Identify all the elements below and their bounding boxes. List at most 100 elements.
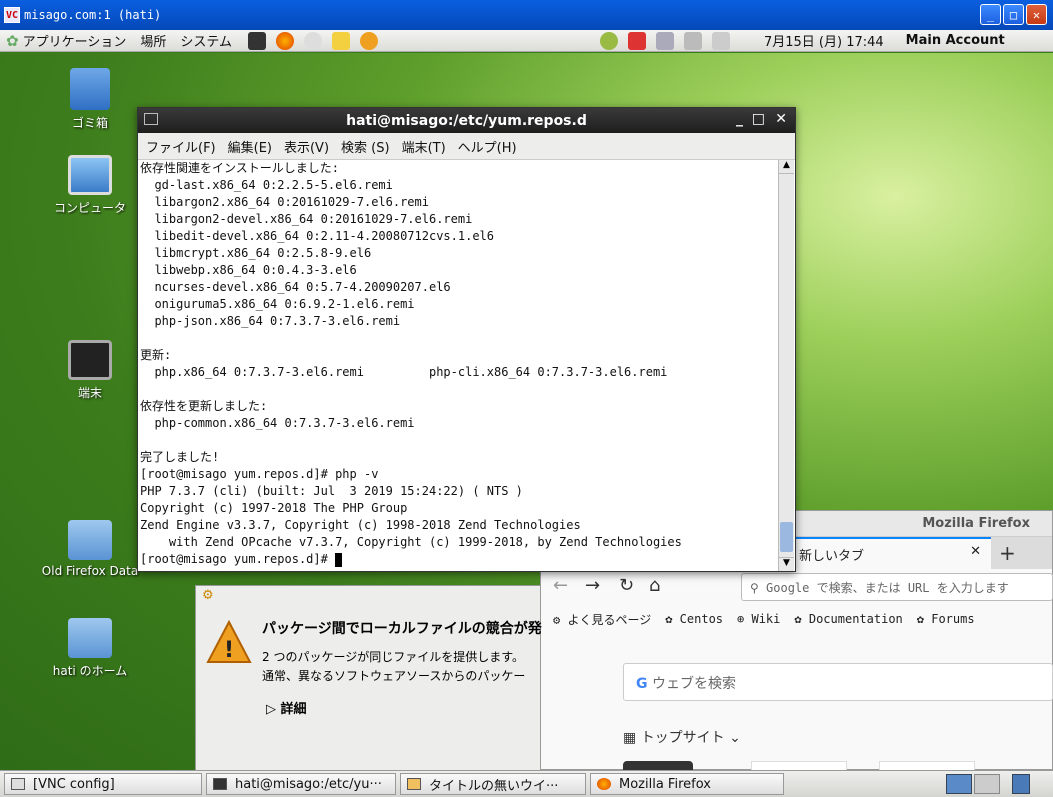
terminal-line: php-common.x86_64 0:7.3.7-3.el6.remi [140,416,415,430]
volume-icon[interactable] [683,31,702,50]
minimize-button[interactable]: _ [980,4,1001,25]
firefox-launcher-icon[interactable] [275,31,294,50]
panel-clock[interactable]: 7月15日 (月) 17:44 [764,31,884,50]
update-icon[interactable] [599,31,618,50]
terminal-minimize-button[interactable]: _ [736,111,743,127]
desktop-icon-terminal[interactable]: 端末 [40,340,140,401]
system-menu[interactable]: システム [180,31,232,50]
terminal-line: oniguruma5.x86_64 0:6.9.2-1.el6.remi [140,297,415,311]
computer-icon [68,155,112,195]
terminal-output[interactable]: 依存性関連をインストールしました: gd-last.x86_64 0:2.2.5… [138,160,779,571]
terminal-title: hati@misago:/etc/yum.repos.d [346,112,587,129]
alert-icon[interactable] [627,31,646,50]
terminal-title-bar[interactable]: hati@misago:/etc/yum.repos.d _ □ ✕ [138,108,795,133]
account-name[interactable]: Main Account [906,33,1005,48]
terminal-line: php-json.x86_64 0:7.3.7-3.el6.remi [140,314,401,328]
reload-icon[interactable]: ↻ [619,575,634,596]
printer-icon[interactable] [711,31,730,50]
mail-launcher-icon[interactable] [303,31,322,50]
top-sites-heading[interactable]: ▦ トップサイト ⌄ [623,727,741,747]
top-panel: ✿ アプリケーション 場所 システム 7月15日 (月) 17:44 Main … [0,30,1053,52]
applications-menu[interactable]: アプリケーション [23,31,127,50]
details-expander[interactable]: ▷ 詳細 [266,698,307,717]
tab-close-icon[interactable]: ✕ [970,544,981,559]
firefox-icon [597,778,611,790]
bookmark-forums[interactable]: ✿ Forums [917,612,975,626]
menu-help[interactable]: ヘルプ(H) [458,137,517,156]
task-vnc-config[interactable]: [VNC config] [4,773,202,795]
task-terminal[interactable]: hati@misago:/etc/yu··· [206,773,396,795]
bookmark-centos[interactable]: ✿ Centos [665,612,723,626]
desktop-icon-old-firefox-data[interactable]: Old Firefox Data [40,520,140,578]
terminal-line: 依存性関連をインストールしました: [140,161,339,175]
terminal-line: libedit-devel.x86_64 0:2.11-4.20080712cv… [140,229,495,243]
terminal-line: gd-last.x86_64 0:2.2.5-5.el6.remi [140,178,393,192]
network-icon[interactable] [655,31,674,50]
terminal-scrollbar[interactable]: ▲ ▼ [778,160,794,571]
terminal-line: ncurses-devel.x86_64 0:5.7-4.20090207.el… [140,280,451,294]
terminal-menubar: ファイル(F) 編集(E) 表示(V) 検索 (S) 端末(T) ヘルプ(H) [138,133,795,160]
new-tab-button[interactable]: + [999,541,1016,565]
menu-search[interactable]: 検索 (S) [341,137,390,156]
terminal-window-icon [144,113,158,125]
menu-edit[interactable]: 編集(E) [228,137,272,156]
scrollbar-thumb[interactable] [780,522,793,552]
maximize-button[interactable]: □ [1003,4,1024,25]
url-bar[interactable]: ⚲ Google で検索、または URL を入力します [741,573,1053,601]
scroll-up-icon[interactable]: ▲ [779,160,794,174]
bookmark-most-visited[interactable]: ⚙ よく見るページ [553,611,651,628]
back-icon[interactable]: ← [553,575,568,596]
search-icon: ⚲ [750,581,767,595]
dialog-heading: パッケージ間でローカルファイルの競合が発 [262,621,542,637]
close-button[interactable]: ✕ [1026,4,1047,25]
warning-icon: ! [206,619,252,664]
menu-file[interactable]: ファイル(F) [146,137,216,156]
forward-icon[interactable]: → [585,575,600,596]
terminal-maximize-button[interactable]: □ [752,111,765,127]
terminal-icon [68,340,112,380]
desktop-icon-computer[interactable]: コンピュータ [40,155,140,216]
places-menu[interactable]: 場所 [140,31,166,50]
terminal-line: libwebp.x86_64 0:0.4.3-3.el6 [140,263,357,277]
desktop-icon-trash[interactable]: ゴミ箱 [40,68,140,131]
vnc-logo-icon: VC [4,7,20,23]
desktop-icon-home[interactable]: hati のホーム [40,618,140,679]
menu-view[interactable]: 表示(V) [284,137,329,156]
conflict-dialog: ⚙ ! パッケージ間でローカルファイルの競合が発 2 つのパッケージが同じファイ… [195,585,542,771]
tab-new-tab[interactable]: 新しいタブ ✕ [791,537,991,569]
vnc-window-title: misago.com:1 (hati) [24,8,162,22]
terminal-line: libmcrypt.x86_64 0:2.5.8-9.el6 [140,246,372,260]
terminal-line: with Zend OPcache v7.3.7, Copyright (c) … [140,535,682,549]
trash-icon [70,68,110,110]
terminal-line: Zend Engine v3.3.7, Copyright (c) 1998-2… [140,518,581,532]
bookmark-wiki[interactable]: ⊕ Wiki [737,612,780,626]
terminal-icon [213,778,227,790]
vnc-title-bar: VC misago.com:1 (hati) _ □ ✕ [0,0,1053,30]
web-search-box[interactable]: G ウェブを検索 [623,663,1053,701]
notes-launcher-icon[interactable] [331,31,350,50]
task-firefox[interactable]: Mozilla Firefox [590,773,784,795]
trash-applet-icon[interactable] [1012,774,1030,794]
bottom-taskbar: [VNC config] hati@misago:/etc/yu··· タイトル… [0,770,1053,797]
terminal-line: libargon2-devel.x86_64 0:20161029-7.el6.… [140,212,473,226]
home-icon[interactable]: ⌂ [649,575,660,596]
settings-launcher-icon[interactable] [359,31,378,50]
google-icon: G [636,676,648,692]
terminal-launcher-icon[interactable] [247,31,266,50]
dialog-app-icon: ⚙ [202,588,214,603]
menu-terminal[interactable]: 端末(T) [402,137,446,156]
bookmark-documentation[interactable]: ✿ Documentation [794,612,902,626]
scroll-down-icon[interactable]: ▼ [779,557,794,571]
terminal-close-button[interactable]: ✕ [775,111,787,127]
terminal-line: 更新: [140,348,172,362]
workspace-2[interactable] [974,774,1000,794]
gnome-foot-icon: ✿ [6,31,19,50]
terminal-cursor [335,552,343,567]
workspace-1[interactable] [946,774,972,794]
task-untitled-window[interactable]: タイトルの無いウイ··· [400,773,586,795]
terminal-line: [root@misago yum.repos.d]# [140,551,779,568]
terminal-line: libargon2.x86_64 0:20161029-7.el6.remi [140,195,429,209]
